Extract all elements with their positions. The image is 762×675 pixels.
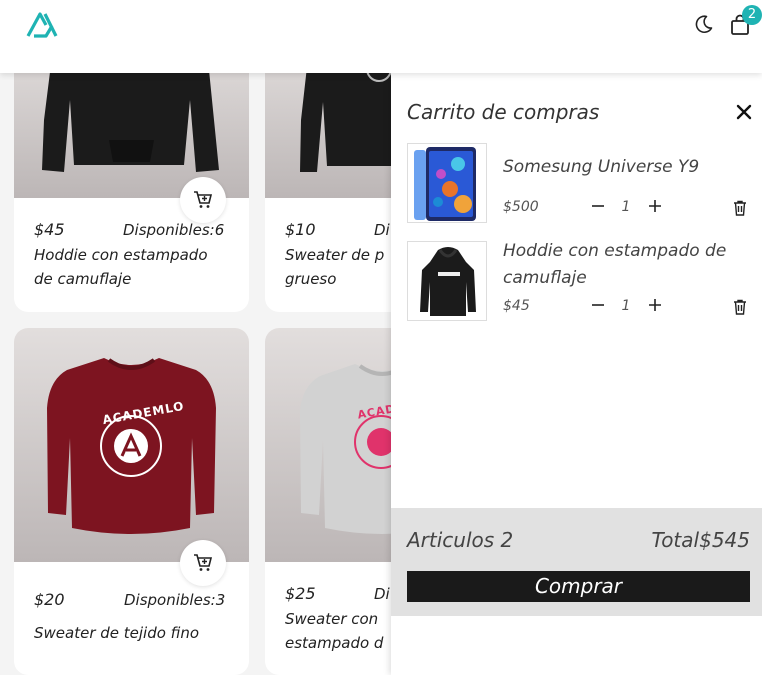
product-title: Sweater de tejido fino	[34, 624, 200, 642]
product-price: $10	[285, 220, 316, 239]
trash-icon[interactable]	[733, 200, 747, 216]
close-icon[interactable]	[735, 103, 753, 121]
articles-count: Articulos 2	[407, 528, 514, 552]
moon-icon[interactable]	[694, 14, 714, 34]
product-stock: Di	[374, 585, 390, 603]
sweater-image	[47, 358, 216, 534]
minus-icon[interactable]	[590, 297, 606, 313]
cart-plus-icon	[194, 191, 213, 208]
product-price: $20	[34, 590, 65, 609]
cart-item-price: $45	[503, 298, 530, 314]
cart-item-name: Somesung Universe Y9	[503, 157, 700, 177]
cart-item-quantity: 1	[621, 298, 631, 314]
cart-footer: Articulos 2 Total$545 Comprar	[391, 508, 762, 616]
product-price: $45	[34, 220, 65, 239]
cart-count-badge: 2	[742, 5, 762, 25]
academlo-logo[interactable]	[26, 12, 58, 38]
page: $45 Disponibles:6 Hoddie con estampado d…	[0, 0, 762, 675]
product-card: ACADEMLO $20 Disponibles:3 Sweater de te…	[14, 328, 249, 675]
cart-item-image	[407, 241, 487, 321]
phone-image	[414, 147, 476, 221]
product-image: ACADEMLO	[14, 328, 249, 562]
product-card: $45 Disponibles:6 Hoddie con estampado d…	[14, 40, 249, 312]
cart-item-name: Hoddie con estampado de camuflaje	[503, 241, 727, 288]
product-stock: Di	[374, 221, 390, 239]
minus-icon[interactable]	[590, 198, 606, 214]
product-stock: Disponibles:3	[124, 591, 226, 609]
trash-icon[interactable]	[733, 299, 747, 315]
plus-icon[interactable]	[647, 297, 663, 313]
cart-item-price: $500	[503, 199, 539, 215]
cart-item-quantity: 1	[621, 199, 631, 215]
product-title: Hoddie con estampado de camuflaje	[34, 246, 208, 288]
add-to-cart-button[interactable]	[180, 540, 226, 586]
cart-panel: Carrito de compras Somesung Universe Y9 …	[391, 73, 762, 675]
add-to-cart-button[interactable]	[180, 177, 226, 223]
top-header: 2	[0, 0, 762, 73]
cart-title: Carrito de compras	[407, 100, 600, 124]
cart-item-image	[407, 143, 487, 223]
hoodie-image	[420, 247, 476, 316]
product-price: $25	[285, 584, 316, 603]
cart-plus-icon	[194, 554, 213, 571]
buy-button[interactable]: Comprar	[407, 571, 750, 602]
cart-total: Total$545	[651, 528, 750, 552]
plus-icon[interactable]	[647, 198, 663, 214]
product-stock: Disponibles:6	[123, 221, 225, 239]
